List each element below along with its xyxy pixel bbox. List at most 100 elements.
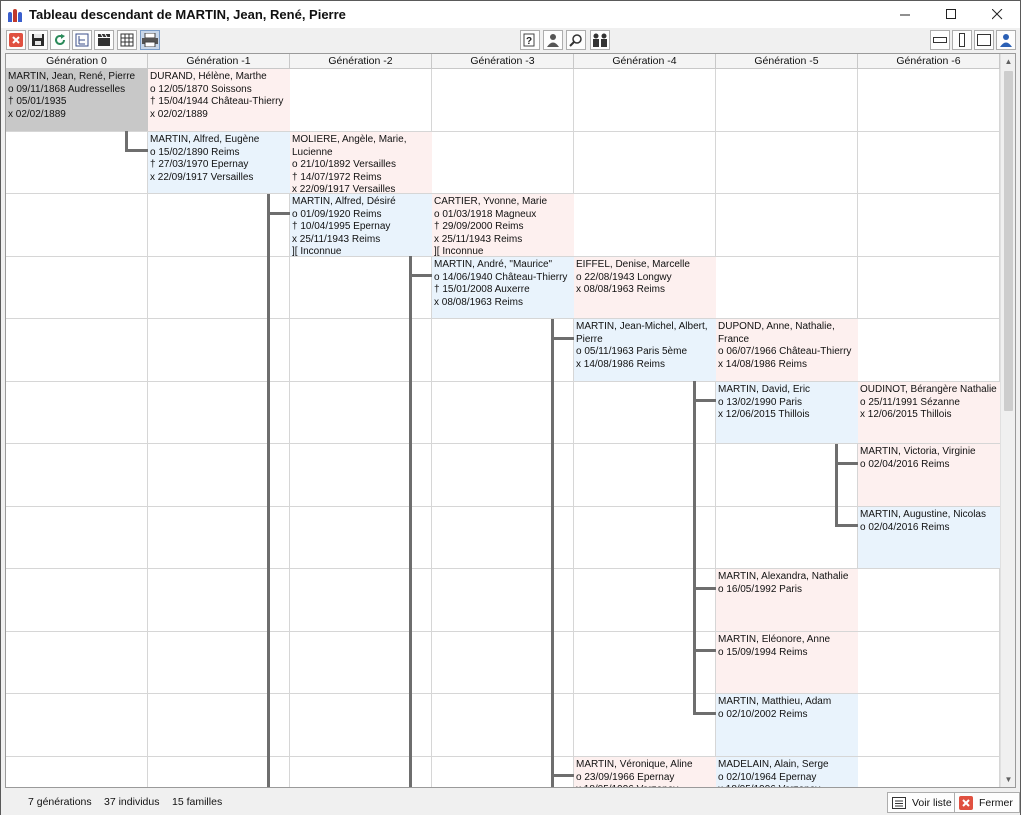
- status-bar: 7 générations 37 individus 15 familles V…: [1, 789, 1020, 815]
- app-window: Tableau descendant de MARTIN, Jean, René…: [0, 0, 1021, 815]
- person-card[interactable]: DURAND, Hélène, Marthe o 12/05/1870 Soiss…: [148, 69, 290, 131]
- family-tree-app-icon: [7, 7, 23, 23]
- column-header-gen3[interactable]: Génération -3: [432, 54, 574, 69]
- person-card[interactable]: MARTIN, Alfred, Désiré o 01/09/1920 Reims…: [290, 194, 432, 256]
- person-event: † 29/09/2000 Reims: [434, 221, 524, 233]
- tree-connector: [551, 774, 574, 777]
- person-card[interactable]: DUPOND, Anne, Nathalie, France o 06/07/196…: [716, 319, 858, 381]
- person-name: MARTIN, Alfred, Désiré: [292, 196, 396, 207]
- close-window-button[interactable]: Fermer: [954, 792, 1020, 813]
- tree-icon: [75, 33, 89, 47]
- person-card[interactable]: MOLIERE, Angèle, Marie, Lucienne o 21/10/1…: [290, 132, 432, 193]
- person-event: x 08/08/1963 Reims: [576, 284, 665, 296]
- tree-connector: [693, 587, 716, 590]
- window-title: Tableau descendant de MARTIN, Jean, René…: [29, 7, 346, 22]
- tree-view-button[interactable]: [72, 30, 92, 50]
- person-card[interactable]: MARTIN, Matthieu, Adam o 02/10/2002 Reims: [716, 694, 858, 756]
- person-card[interactable]: CARTIER, Yvonne, Marie o 01/03/1918 Magne…: [432, 194, 574, 256]
- person-event: x 14/08/1986 Reims: [718, 358, 807, 370]
- person-event: o 15/02/1890 Reims: [150, 146, 240, 158]
- column-header-gen5[interactable]: Génération -5: [716, 54, 858, 69]
- person-name: MARTIN, Véronique, Aline: [576, 759, 693, 770]
- person-name: MARTIN, Matthieu, Adam: [718, 696, 832, 707]
- person-event: o 01/09/1920 Reims: [292, 208, 382, 220]
- person-name: MARTIN, Jean-Michel, Albert,: [576, 321, 708, 332]
- person-name: DUPOND, Anne, Nathalie,: [718, 321, 835, 332]
- search-button[interactable]: [566, 30, 586, 50]
- column-header-gen0[interactable]: Génération 0: [6, 54, 148, 69]
- maximize-button[interactable]: [928, 1, 974, 28]
- layout-horizontal-button[interactable]: [930, 30, 950, 50]
- person-event: o 25/11/1991 Sézanne: [860, 396, 960, 408]
- vertical-scrollbar[interactable]: ▲ ▼: [1000, 54, 1015, 787]
- person-blue-icon: [1000, 34, 1012, 47]
- save-icon: [32, 34, 44, 46]
- grid-button[interactable]: [117, 30, 137, 50]
- person-event: x 02/02/1889: [150, 108, 208, 120]
- couple-icon: [593, 33, 607, 47]
- refresh-button[interactable]: [50, 30, 70, 50]
- couple-button[interactable]: [590, 30, 610, 50]
- save-button[interactable]: [28, 30, 48, 50]
- person-event: o 02/04/2016 Reims: [860, 458, 950, 470]
- person-button[interactable]: [543, 30, 563, 50]
- person-card[interactable]: MARTIN, Victoria, Virginie o 02/04/2016 R…: [858, 444, 1000, 506]
- person-event: o 23/09/1966 Epernay: [576, 771, 675, 783]
- row-divider: [6, 443, 1001, 444]
- person-event: o 12/05/1870 Soissons: [150, 83, 252, 95]
- person-card[interactable]: MARTIN, André, "Maurice" o 14/06/1940 Châ…: [432, 257, 574, 318]
- column-header-gen6[interactable]: Génération -6: [858, 54, 1000, 69]
- help-button[interactable]: ?: [520, 30, 540, 50]
- person-card[interactable]: MARTIN, Jean-Michel, Albert, Pierre o 05/1…: [574, 319, 716, 381]
- search-icon: [569, 34, 582, 47]
- tree-connector: [551, 319, 554, 787]
- person-event: Pierre: [576, 333, 603, 345]
- person-blue-button[interactable]: [996, 30, 1016, 50]
- person-card[interactable]: OUDINOT, Bérangère Nathalie o 25/11/1991 …: [858, 382, 1000, 443]
- person-event: ][ Inconnue: [292, 246, 342, 256]
- person-name: CARTIER, Yvonne, Marie: [434, 196, 548, 207]
- person-name: MOLIERE, Angèle, Marie,: [292, 134, 407, 145]
- person-card[interactable]: MARTIN, Alexandra, Nathalie o 16/05/1992 …: [716, 569, 858, 631]
- person-event: † 15/04/1944 Château-Thierry: [150, 96, 284, 108]
- person-event: o 05/11/1963 Paris 5ème: [576, 346, 688, 358]
- person-event: o 02/04/2016 Reims: [860, 521, 950, 533]
- person-event: x 14/08/1986 Reims: [576, 358, 665, 370]
- person-event: France: [718, 333, 750, 345]
- view-list-button[interactable]: Voir liste: [887, 792, 959, 813]
- scroll-down-icon[interactable]: ▼: [1001, 772, 1015, 787]
- person-name: MARTIN, David, Eric: [718, 384, 811, 395]
- person-card[interactable]: MARTIN, Augustine, Nicolas o 02/04/2016 R…: [858, 507, 1000, 568]
- generation-grid: MARTIN, Jean, René, Pierre o 09/11/1868 A…: [6, 69, 1001, 787]
- person-card[interactable]: MARTIN, David, Eric o 13/02/1990 Paris x 1…: [716, 382, 858, 443]
- tree-connector: [835, 524, 858, 527]
- person-card[interactable]: MARTIN, Eléonore, Anne o 15/09/1994 Reims: [716, 632, 858, 693]
- tree-connector: [693, 381, 696, 714]
- clapper-button[interactable]: [94, 30, 114, 50]
- minimize-button[interactable]: [882, 1, 928, 28]
- individuals-count: 37 individus: [104, 796, 160, 808]
- person-name: MARTIN, Augustine, Nicolas: [860, 509, 986, 520]
- person-card[interactable]: MARTIN, Alfred, Eugène o 15/02/1890 Reims…: [148, 132, 290, 193]
- person-card[interactable]: MARTIN, Jean, René, Pierre o 09/11/1868 A…: [6, 69, 148, 131]
- close-button[interactable]: [974, 1, 1020, 28]
- person-card[interactable]: MARTIN, Véronique, Aline o 23/09/1966 Epe…: [574, 757, 716, 787]
- person-icon: [547, 34, 559, 47]
- column-header-gen1[interactable]: Génération -1: [148, 54, 290, 69]
- person-event: x 08/08/1963 Reims: [434, 296, 523, 308]
- tree-connector: [551, 337, 574, 340]
- print-button[interactable]: [140, 30, 160, 50]
- person-card[interactable]: MADELAIN, Alain, Serge o 02/10/1964 Epern…: [716, 757, 858, 787]
- column-header-gen4[interactable]: Génération -4: [574, 54, 716, 69]
- close-tree-button[interactable]: [6, 30, 26, 50]
- layout-full-button[interactable]: [974, 30, 994, 50]
- person-event: x 22/09/1917 Versailles: [292, 184, 396, 193]
- person-event: o 13/02/1990 Paris: [718, 396, 802, 408]
- person-card[interactable]: EIFFEL, Denise, Marcelle o 22/08/1943 Lon…: [574, 257, 716, 318]
- scroll-thumb[interactable]: [1004, 71, 1013, 411]
- tree-connector: [267, 194, 270, 787]
- scroll-up-icon[interactable]: ▲: [1001, 54, 1015, 69]
- layout-vertical-button[interactable]: [952, 30, 972, 50]
- refresh-icon: [55, 34, 65, 45]
- column-header-gen2[interactable]: Génération -2: [290, 54, 432, 69]
